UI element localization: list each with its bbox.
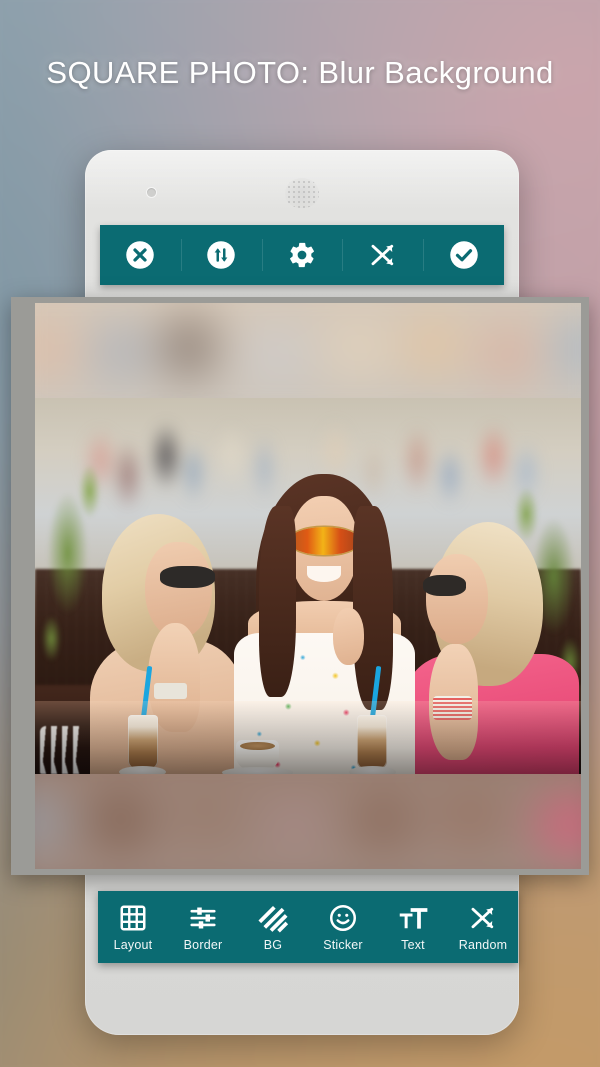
person-hair-strand-left: [259, 506, 296, 697]
tool-text-label: Text: [401, 937, 425, 952]
close-button[interactable]: [100, 225, 181, 285]
blur-band-top: [35, 303, 581, 398]
drink-glass: [127, 715, 158, 770]
smiley-icon: [328, 903, 358, 933]
tool-border-label: Border: [183, 937, 223, 952]
check-circle-icon: [449, 240, 479, 270]
tool-layout-label: Layout: [113, 937, 153, 952]
sliders-icon: [188, 903, 218, 933]
tool-sticker-label: Sticker: [323, 937, 363, 952]
camera-dot-icon: [147, 188, 156, 197]
page-title-strong: SQUARE PHOTO:: [46, 55, 310, 90]
editor-top-toolbar: [100, 225, 504, 285]
drink-glass: [357, 715, 388, 770]
person-watch: [153, 682, 188, 700]
person-sunglasses: [159, 566, 215, 588]
page-title-rest: Blur Background: [309, 55, 554, 90]
grid-icon: [118, 903, 148, 933]
person-sunglasses: [423, 574, 467, 597]
confirm-button[interactable]: [423, 225, 504, 285]
blur-band-top-content: [35, 303, 581, 398]
tool-bg-label: BG: [263, 937, 283, 952]
person-face: [426, 553, 488, 644]
photo-content: [35, 303, 581, 869]
tool-text[interactable]: Text: [378, 891, 448, 963]
editor-bottom-toolbar: Layout Border BG Sticker Text Random: [98, 891, 518, 963]
tool-bg[interactable]: BG: [238, 891, 308, 963]
photo-person-right: [408, 522, 580, 786]
person-hair-strand-right: [352, 506, 393, 710]
speaker-grille-icon: [285, 178, 319, 208]
square-photo-canvas[interactable]: [11, 297, 589, 875]
blur-band-bottom-content: [35, 774, 581, 869]
blur-band-bottom: [35, 774, 581, 869]
gear-icon: [287, 240, 317, 270]
text-size-icon: [398, 903, 428, 933]
tool-sticker[interactable]: Sticker: [308, 891, 378, 963]
tool-random[interactable]: Random: [448, 891, 518, 963]
person-hand: [332, 607, 365, 666]
page-title: SQUARE PHOTO: Blur Background: [0, 55, 600, 91]
coffee-mug: [235, 740, 280, 771]
close-circle-icon: [125, 240, 155, 270]
tool-random-label: Random: [458, 937, 508, 952]
shuffle-button[interactable]: [342, 225, 423, 285]
foreground-photo: [35, 398, 581, 786]
person-bracelets: [432, 696, 473, 721]
photo-napkins: [40, 726, 85, 775]
photo-person-left: [89, 514, 243, 786]
settings-button[interactable]: [261, 225, 343, 285]
shuffle-icon: [468, 903, 498, 933]
tool-border[interactable]: Border: [168, 891, 238, 963]
shuffle-icon: [368, 240, 398, 270]
swap-vertical-circle-icon: [206, 240, 236, 270]
diagonal-stripes-icon: [258, 903, 288, 933]
tool-layout[interactable]: Layout: [98, 891, 168, 963]
person-mirrored-sunglasses: [288, 526, 360, 556]
swap-button[interactable]: [180, 225, 262, 285]
